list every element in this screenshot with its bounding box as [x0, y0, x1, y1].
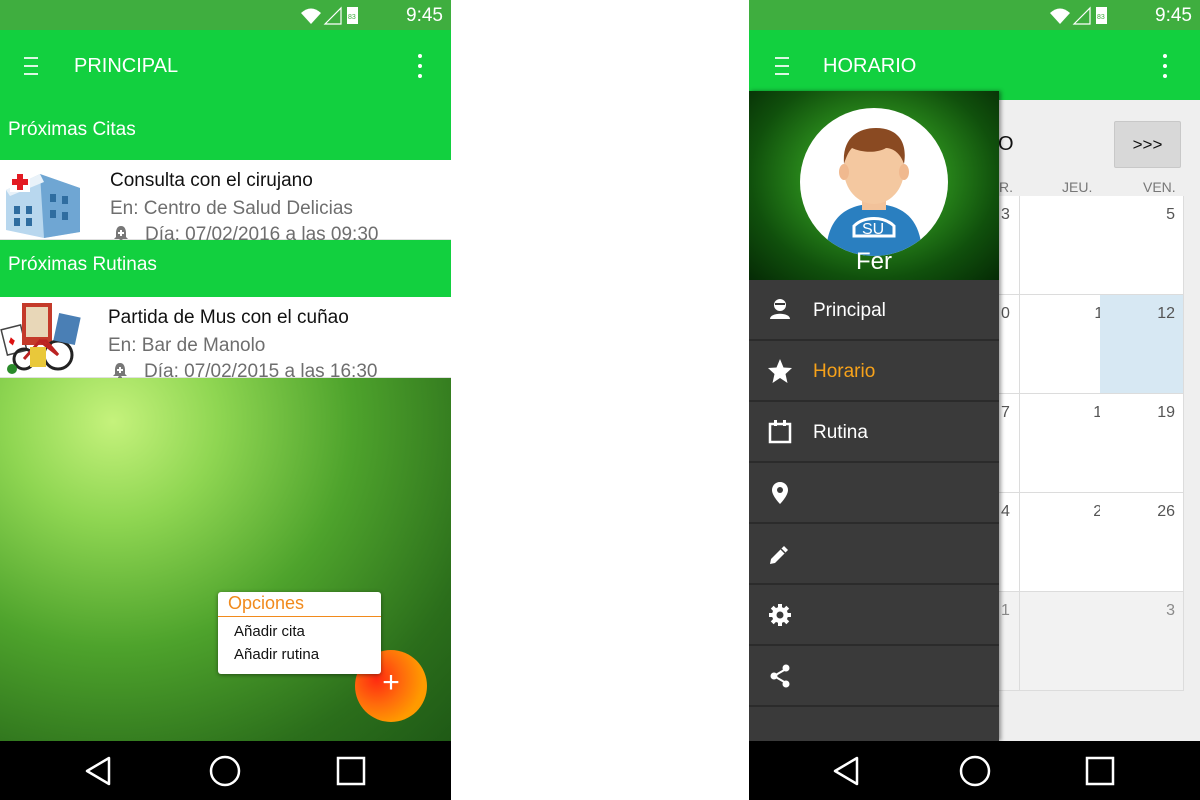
drawer-item-horario[interactable]: Horario: [749, 341, 999, 402]
recents-icon[interactable]: [333, 753, 369, 789]
next-month-button[interactable]: >>>: [1114, 121, 1181, 168]
drawer-item-edit[interactable]: [749, 524, 999, 585]
signal-icon: [1072, 6, 1091, 25]
hospital-icon: [6, 172, 80, 238]
home-icon[interactable]: [957, 753, 993, 789]
status-bar: 83 9:45: [0, 0, 451, 30]
system-nav-bar: [749, 741, 1200, 800]
status-icons: 83: [301, 6, 358, 25]
drawer-header: SU Fer: [749, 91, 999, 280]
page-title: PRINCIPAL: [74, 55, 179, 77]
signal-icon: [323, 6, 342, 25]
drawer-item-label: Principal: [813, 300, 886, 321]
drawer-item-label: Rutina: [813, 422, 868, 443]
appointment-title: Consulta con el cirujano: [110, 170, 313, 191]
hamburger-icon[interactable]: [24, 57, 38, 75]
appointment-card[interactable]: Consulta con el cirujano En: Centro de S…: [0, 160, 451, 245]
drawer-item-principal[interactable]: Principal: [749, 280, 999, 341]
system-nav-bar: [0, 741, 451, 800]
user-icon: [770, 299, 790, 319]
svg-text:83: 83: [1097, 14, 1105, 21]
calendar-day-number: 4: [1001, 503, 1010, 520]
status-time: 9:45: [1155, 5, 1192, 26]
section-header-appointments: Próximas Citas: [0, 100, 451, 160]
recents-icon[interactable]: [1082, 753, 1118, 789]
calendar-day-cell[interactable]: 3: [1100, 592, 1184, 691]
menu-item-add-routine[interactable]: Añadir rutina: [234, 646, 319, 663]
hamburger-icon[interactable]: [775, 57, 789, 75]
page-title: HORARIO: [823, 55, 917, 77]
drawer-item-rutina[interactable]: Rutina: [749, 402, 999, 463]
calendar-day-number: 3: [1166, 602, 1175, 619]
navigation-drawer: SU Fer Principal Horario Rutina: [749, 91, 999, 741]
app-bar: HORARIO: [749, 30, 1200, 100]
drawer-item-label: Horario: [813, 361, 876, 382]
calendar-day-number: 26: [1157, 503, 1175, 520]
share-icon: [770, 664, 790, 688]
calendar-day-number: 0: [1001, 305, 1010, 322]
more-vert-icon[interactable]: [1162, 54, 1168, 78]
popup-divider: [218, 616, 381, 617]
settings-gear-icon: [769, 604, 791, 626]
back-icon[interactable]: [829, 753, 865, 789]
drawer-item-settings[interactable]: [749, 585, 999, 646]
calendar-day-number: 12: [1157, 305, 1175, 322]
section-title: Próximas Citas: [8, 119, 136, 140]
calendar-day-number: 5: [1166, 206, 1175, 223]
drawer-item-location[interactable]: [749, 463, 999, 524]
day-header-fri: VEN.: [1143, 179, 1176, 195]
calendar-day-cell[interactable]: 26: [1100, 493, 1184, 592]
appointment-place: En: Centro de Salud Delicias: [110, 198, 353, 219]
calendar-day-number: 3: [1001, 206, 1010, 223]
calendar-icon: [768, 420, 792, 444]
routine-place: En: Bar de Manolo: [108, 335, 266, 356]
routine-card[interactable]: ♦ Partida de Mus con el cuñao En: Bar de…: [0, 297, 451, 382]
calendar-day-cell[interactable]: 5: [1100, 196, 1184, 295]
popup-title: Opciones: [228, 593, 305, 613]
app-bar: PRINCIPAL: [0, 30, 451, 100]
menu-item-add-appointment[interactable]: Añadir cita: [234, 623, 305, 640]
svg-text:SU: SU: [862, 221, 884, 238]
day-header-wed: R.: [999, 179, 1013, 195]
pencil-icon: [770, 546, 788, 564]
wifi-icon: [1050, 8, 1070, 24]
calendar-day-number: 7: [1001, 404, 1010, 421]
status-bar: 83 9:45: [749, 0, 1200, 30]
calendar-day-cell-today[interactable]: 12: [1100, 295, 1184, 394]
options-popup-menu: Opciones Añadir cita Añadir rutina: [218, 592, 381, 674]
svg-text:83: 83: [348, 14, 356, 21]
phone-screen-horario: 83 9:45 HORARIO O >>> R. JEU. VEN. 3 0 7…: [749, 0, 1200, 800]
calendar-day-number: 1: [1001, 602, 1010, 619]
location-pin-icon: [772, 482, 788, 504]
drawer-user-name: Fer: [856, 248, 892, 275]
status-icons: 83: [1050, 6, 1107, 25]
calendar-day-number: 19: [1157, 404, 1175, 421]
phone-screen-principal: 83 9:45 PRINCIPAL Próximas Citas Consult…: [0, 0, 451, 800]
leisure-items-icon: ♦: [0, 303, 81, 374]
status-time: 9:45: [406, 5, 443, 26]
wifi-icon: [301, 8, 321, 24]
home-icon[interactable]: [207, 753, 243, 789]
routine-title: Partida de Mus con el cuñao: [108, 307, 349, 328]
calendar-day-cell[interactable]: 19: [1100, 394, 1184, 493]
back-icon[interactable]: [81, 753, 117, 789]
star-icon: [768, 359, 792, 383]
section-title: Próximas Rutinas: [8, 254, 157, 275]
user-avatar-icon: SU: [826, 128, 922, 256]
drawer-item-share[interactable]: [749, 646, 999, 707]
avatar[interactable]: SU: [800, 108, 948, 256]
day-header-thu: JEU.: [1062, 179, 1093, 195]
more-vert-icon[interactable]: [417, 54, 423, 78]
month-title: O: [998, 133, 1014, 155]
section-header-routines: Próximas Rutinas: [0, 240, 451, 297]
